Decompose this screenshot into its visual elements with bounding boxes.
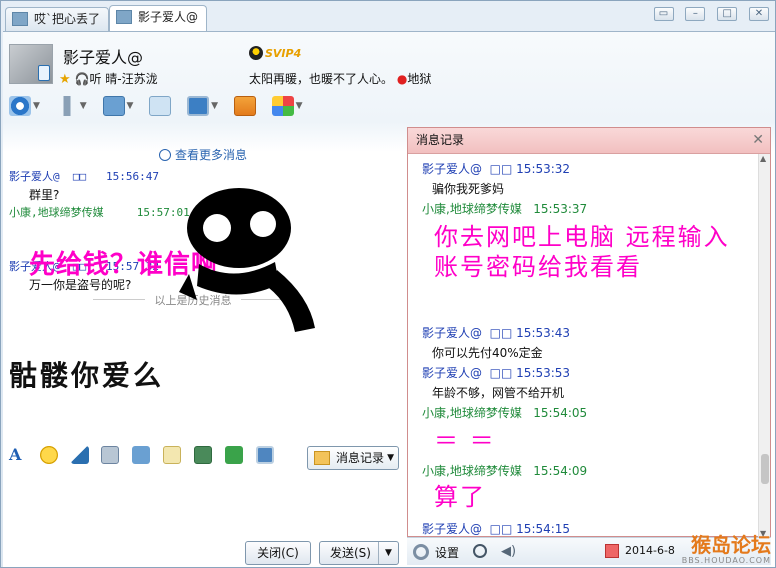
avatar[interactable] (9, 44, 53, 84)
tab-contact-1[interactable]: 哎`把心丢了 (5, 7, 110, 31)
forum-watermark: 猴岛论坛 BBS.HOUDAO.COM (681, 533, 771, 565)
scroll-up-icon[interactable]: ▲ (760, 154, 766, 163)
chevron-down-icon: ▼ (126, 101, 134, 111)
video-call-button[interactable]: ▼ (9, 96, 40, 118)
chevron-down-icon: ▼ (79, 101, 87, 111)
chevron-down-icon: ▼ (211, 101, 218, 111)
shake-icon[interactable] (70, 446, 89, 464)
now-playing[interactable]: 晴-汪苏泷 (105, 72, 157, 86)
chat-window: 哎`把心丢了 影子爱人@ ▭ – □ ✕ 影子爱人@ SVIP4 ★ 🎧听 晴-… (0, 0, 776, 568)
message-text: 群里? (29, 188, 60, 202)
font-icon[interactable]: A (9, 446, 27, 464)
message-header: 小康,地球缔梦传媒 15:57:01 (9, 206, 190, 219)
music-icon[interactable] (224, 446, 243, 464)
monitor-icon (187, 96, 210, 116)
send-options-dropdown[interactable]: ▼ (378, 542, 398, 564)
history-entry-big-text: 算了 (434, 483, 486, 511)
mobile-online-icon (38, 65, 50, 81)
search-icon[interactable] (473, 544, 487, 558)
history-entry-header: 小康,地球缔梦传媒 15:54:09 (422, 464, 588, 478)
close-icon[interactable]: ✕ (752, 128, 764, 152)
close-icon[interactable]: ✕ (749, 7, 769, 21)
calendar-icon[interactable] (605, 544, 619, 558)
chevron-down-icon: ▼ (33, 101, 40, 111)
close-button[interactable]: 关闭(C) (245, 541, 311, 565)
microphone-icon (55, 96, 78, 116)
speaker-icon[interactable]: ◀) (501, 544, 516, 559)
history-scrollbar[interactable]: ▲ ▼ (758, 154, 770, 538)
history-date[interactable]: 2014-6-8 (625, 544, 675, 557)
scroll-thumb[interactable] (761, 454, 769, 484)
video-clip-icon[interactable] (101, 446, 120, 464)
history-entry-text: 你可以先付40%定金 (432, 346, 543, 360)
history-entry-text: 年龄不够，网管不给开机 (432, 386, 565, 400)
maximize-icon[interactable]: □ (717, 7, 738, 21)
voice-message-icon[interactable] (132, 446, 151, 464)
presentation-icon (233, 96, 256, 116)
screenshot-icon[interactable] (255, 446, 274, 464)
file-transfer-button[interactable]: ▼ (102, 96, 134, 118)
view-more-messages-link[interactable]: 查看更多消息 (159, 146, 247, 163)
history-entry-big-text: ＝ ＝ (434, 427, 496, 455)
gear-icon[interactable] (413, 544, 429, 560)
chevron-down-icon: ▼ (295, 101, 303, 111)
camera-icon (9, 96, 31, 116)
voice-call-button[interactable]: ▼ (55, 96, 87, 118)
signature: 太阳再暖，也暖不了人心。 ●地狱 (249, 72, 432, 86)
remote-desktop-button[interactable]: ▼ (187, 96, 218, 118)
tab-label: 影子爱人@ (138, 10, 199, 24)
star-icon[interactable]: ★ (59, 72, 71, 87)
chat-toolbar: ▼ ▼ ▼ ▼ ▼ (9, 96, 315, 122)
skin-icon[interactable]: ▭ (653, 7, 674, 21)
history-entry-text: 骗你我死爹妈 (432, 182, 505, 196)
location: 地狱 (407, 72, 432, 86)
add-chat-icon (149, 96, 172, 116)
screen-share-button[interactable] (233, 96, 256, 118)
contact-thumb-icon (116, 10, 132, 24)
note-icon[interactable] (163, 446, 182, 464)
image-icon[interactable] (193, 446, 212, 464)
chevron-down-icon: ▼ (387, 453, 394, 463)
location-pin-icon: ● (396, 72, 408, 86)
history-entry-header: 影子爱人@ □□ 15:53:43 (422, 326, 571, 340)
qq-penguin-icon (249, 46, 263, 60)
clock-icon (159, 149, 171, 161)
settings-link[interactable]: 设置 (435, 544, 459, 561)
message-history-button[interactable]: 消息记录 ▼ (307, 446, 399, 470)
folder-icon (102, 96, 125, 116)
svip-badge[interactable]: SVIP4 (249, 46, 301, 60)
handwritten-draft-text: 骷髅你爱么 (9, 359, 165, 392)
history-panel: 消息记录 ✕ 影子爱人@ □□ 15:53:32 骗你我死爹妈 小康,地球缔梦传… (407, 127, 771, 538)
contact-name[interactable]: 影子爱人@ (63, 44, 143, 68)
history-icon (314, 451, 330, 465)
tab-contact-2[interactable]: 影子爱人@ (109, 5, 208, 33)
history-entry-header: 小康,地球缔梦传媒 15:54:05 (422, 406, 588, 420)
skull-sticker (179, 188, 315, 332)
headphone-icon: 🎧 (74, 72, 90, 86)
tab-label: 哎`把心丢了 (34, 12, 101, 26)
history-entry-header: 影子爱人@ □□ 15:53:53 (422, 366, 571, 380)
contact-thumb-icon (12, 12, 28, 26)
history-entry-big-text: 你去网吧上电脑 远程输入账号密码给我看看 (434, 223, 730, 281)
tab-bar: 哎`把心丢了 影子爱人@ (5, 5, 565, 33)
history-panel-title: 消息记录 ✕ (408, 128, 770, 154)
emoji-icon[interactable] (39, 446, 58, 464)
history-entry-header: 影子爱人@ □□ 15:54:15 (422, 522, 571, 536)
status-line: ★ 🎧听 晴-汪苏泷 (59, 72, 158, 87)
apps-button[interactable]: ▼ (271, 96, 303, 118)
apps-grid-icon (271, 96, 294, 116)
history-entry-header: 影子爱人@ □□ 15:53:32 (422, 162, 571, 176)
window-controls: ▭ – □ ✕ (646, 5, 769, 21)
minimize-icon[interactable]: – (685, 7, 706, 21)
message-header: 影子爱人@ □□ 15:56:47 (9, 170, 159, 183)
send-button[interactable]: 发送(S) ▼ (319, 541, 399, 565)
create-discussion-button[interactable] (149, 96, 172, 118)
history-entry-header: 小康,地球缔梦传媒 15:53:37 (422, 202, 588, 216)
history-list[interactable]: 影子爱人@ □□ 15:53:32 骗你我死爹妈 小康,地球缔梦传媒 15:53… (408, 154, 760, 538)
